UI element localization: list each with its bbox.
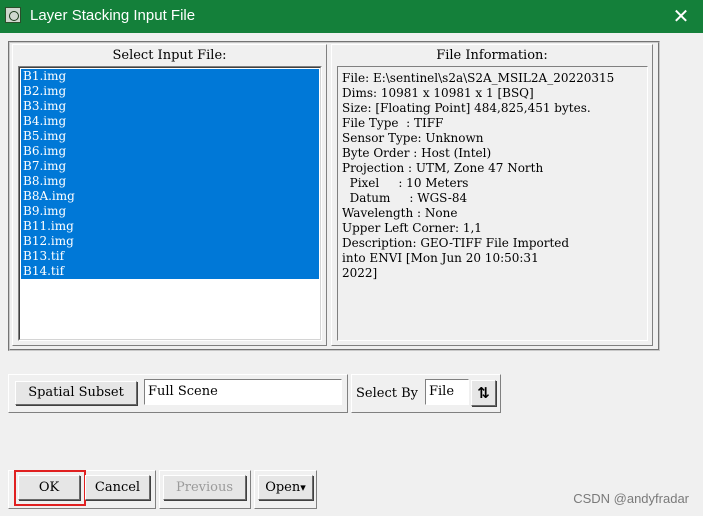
dialog-body: Select Input File: B1.img B2.img B3.img B4.… (0, 33, 703, 516)
file-list-item[interactable]: B2.img (21, 84, 319, 99)
ok-button[interactable]: OK (18, 475, 80, 500)
file-list-item[interactable]: B5.img (21, 129, 319, 144)
previous-button[interactable]: Previous (163, 475, 246, 500)
file-info-line: Datum : WGS-84 (342, 191, 468, 205)
file-info-line: Projection : UTM, Zone 47 North (342, 161, 544, 175)
file-list-item[interactable]: B6.img (21, 144, 319, 159)
cancel-button[interactable]: Cancel (85, 475, 150, 500)
file-list-item[interactable]: B7.img (21, 159, 319, 174)
file-list-item[interactable]: B3.img (21, 99, 319, 114)
app-icon (5, 7, 21, 23)
spatial-subset-value: Full Scene (144, 379, 342, 405)
file-info-text: File: E:\sentinel\s2a\S2A_MSIL2A_2022031… (342, 71, 645, 281)
file-list-item[interactable]: B14.tif (21, 264, 319, 279)
spatial-subset-button[interactable]: Spatial Subset (15, 381, 137, 405)
close-icon[interactable]: ✕ (667, 3, 695, 29)
select-by-label: Select By (356, 386, 418, 401)
file-list-item[interactable]: B1.img (21, 69, 319, 84)
file-info-line: 2022] (342, 266, 378, 280)
file-info-box: File: E:\sentinel\s2a\S2A_MSIL2A_2022031… (337, 66, 648, 341)
file-info-line: Description: GEO-TIFF File Imported (342, 236, 570, 250)
file-info-line: into ENVI [Mon Jun 20 10:50:31 (342, 251, 539, 265)
file-info-line: Sensor Type: Unknown (342, 131, 484, 145)
file-list-item[interactable]: B8A.img (21, 189, 319, 204)
file-info-line: Upper Left Corner: 1,1 (342, 221, 482, 235)
file-info-panel: File Information: File: E:\sentinel\s2a\… (331, 44, 653, 346)
file-list[interactable]: B1.img B2.img B3.img B4.img B5.img B6.img B7.i… (18, 66, 322, 341)
file-list-item[interactable]: B11.img (21, 219, 319, 234)
file-info-line: Byte Order : Host (Intel) (342, 146, 492, 160)
file-info-title: File Information: (436, 48, 548, 63)
sort-icon: ⇅ (477, 384, 490, 402)
file-info-line: Wavelength : None (342, 206, 458, 220)
open-menu-button[interactable]: Open▾ (258, 475, 313, 500)
open-label: Open (265, 480, 301, 495)
watermark: CSDN @andyfradar (573, 491, 689, 506)
select-by-field[interactable]: File (425, 379, 469, 405)
select-input-title: Select Input File: (112, 48, 227, 63)
file-info-line: File: E:\sentinel\s2a\S2A_MSIL2A_2022031… (342, 71, 615, 85)
file-list-item[interactable]: B8.img (21, 174, 319, 189)
file-list-item[interactable]: B9.img (21, 204, 319, 219)
title-bar[interactable]: Layer Stacking Input File ✕ (0, 0, 703, 33)
file-list-item[interactable]: B4.img (21, 114, 319, 129)
file-info-line: Pixel : 10 Meters (342, 176, 469, 190)
sort-toggle-button[interactable]: ⇅ (471, 380, 496, 406)
file-info-line: Dims: 10981 x 10981 x 1 [BSQ] (342, 86, 534, 100)
window-title: Layer Stacking Input File (30, 7, 196, 24)
file-list-item[interactable]: B12.img (21, 234, 319, 249)
select-input-panel: Select Input File: B1.img B2.img B3.img B4.… (12, 44, 327, 346)
file-list-items: B1.img B2.img B3.img B4.img B5.img B6.img B7.i… (21, 69, 319, 279)
file-info-line: File Type : TIFF (342, 116, 444, 130)
file-list-item[interactable]: B13.tif (21, 249, 319, 264)
chevron-down-icon: ▾ (300, 481, 306, 494)
file-info-line: Size: [Floating Point] 484,825,451 bytes… (342, 101, 591, 115)
